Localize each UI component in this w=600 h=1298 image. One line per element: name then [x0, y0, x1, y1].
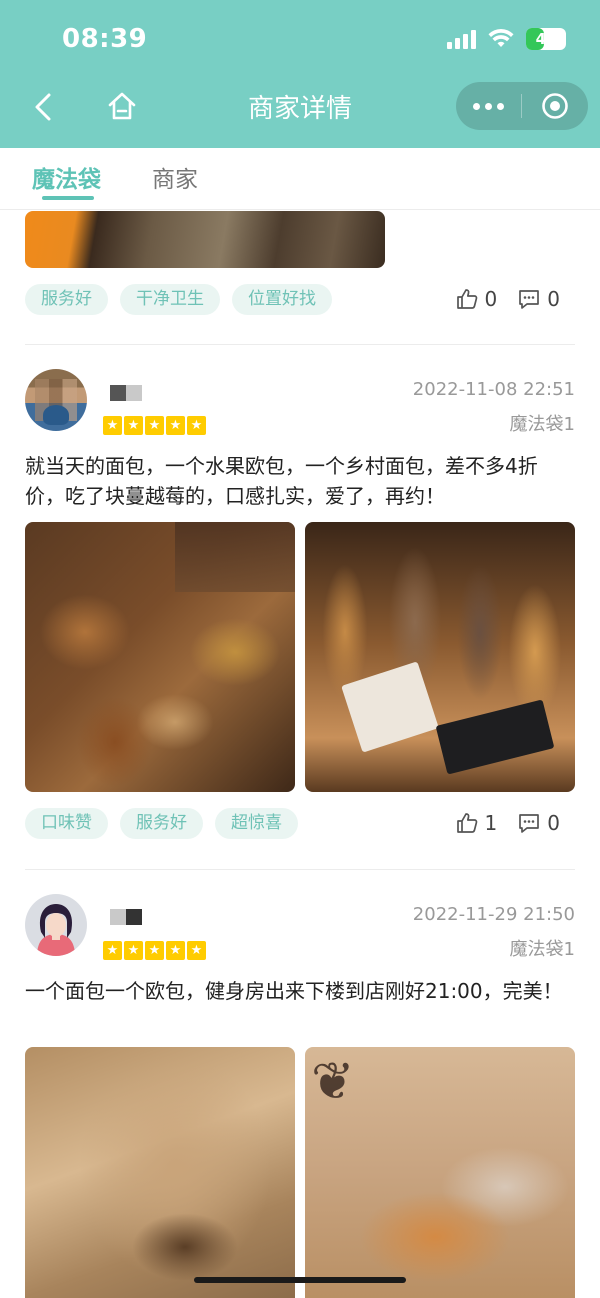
review-photo[interactable]: ❦ — [305, 1047, 575, 1298]
star-icon: ★ — [187, 416, 206, 435]
review-date: 2022-11-29 21:50 — [412, 904, 575, 925]
comment-button[interactable]: 0 — [517, 287, 560, 311]
star-icon: ★ — [145, 941, 164, 960]
review-actions: 0 0 — [455, 287, 560, 311]
avatar[interactable] — [25, 894, 87, 956]
comment-button[interactable]: 0 — [517, 811, 560, 835]
star-icon: ★ — [166, 941, 185, 960]
battery-level: 45 — [535, 30, 557, 48]
review-photo[interactable] — [25, 1047, 295, 1298]
review-date: 2022-11-08 22:51 — [412, 379, 575, 400]
close-mini-program-button[interactable] — [522, 92, 588, 120]
battery-icon: 45 — [526, 28, 566, 50]
wifi-icon — [488, 29, 514, 47]
tag: 口味赞 — [25, 808, 108, 839]
like-button[interactable]: 0 — [455, 287, 498, 311]
more-dot-icon — [473, 102, 480, 110]
comment-icon — [519, 814, 540, 833]
tag: 服务好 — [120, 808, 203, 839]
thumbs-up-icon — [456, 289, 477, 309]
star-icon: ★ — [187, 941, 206, 960]
review-actions: 1 0 — [455, 811, 560, 835]
username-pixelated — [110, 909, 142, 925]
status-icons: 45 — [447, 28, 566, 50]
divider — [25, 344, 575, 345]
review-photo[interactable] — [25, 522, 295, 792]
star-icon: ★ — [166, 416, 185, 435]
like-count: 1 — [484, 811, 498, 835]
more-button[interactable] — [456, 102, 521, 110]
star-icon: ★ — [145, 416, 164, 435]
like-button[interactable]: 1 — [455, 811, 498, 835]
review-photo[interactable] — [305, 522, 575, 792]
tab-magic-bag[interactable]: 魔法袋 — [32, 160, 101, 194]
comment-icon — [519, 290, 540, 309]
star-icon: ★ — [103, 416, 122, 435]
tag: 服务好 — [25, 284, 108, 315]
divider — [25, 869, 575, 870]
rating-stars: ★ ★ ★ ★ ★ — [103, 416, 206, 435]
bag-name: 魔法袋1 — [509, 414, 575, 435]
tag: 超惊喜 — [215, 808, 298, 839]
star-icon: ★ — [124, 941, 143, 960]
status-time: 08:39 — [62, 24, 148, 54]
review-text: 就当天的面包，一个水果欧包，一个乡村面包，差不多4折价，吃了块蔓越莓的，口感扎实… — [25, 454, 538, 508]
rating-stars: ★ ★ ★ ★ ★ — [103, 941, 206, 960]
review-tags: 服务好 干净卫生 位置好找 — [25, 284, 332, 315]
username-pixelated — [110, 385, 142, 401]
cellular-signal-icon — [447, 29, 476, 49]
bag-name: 魔法袋1 — [509, 939, 575, 960]
tab-merchant[interactable]: 商家 — [152, 160, 198, 194]
thumbs-up-icon — [456, 813, 477, 833]
review-photo[interactable] — [25, 211, 385, 268]
review-list[interactable]: 服务好 干净卫生 位置好找 0 0 ★ ★ ★ ★ ★ 2022-11-08 2… — [0, 211, 600, 1298]
mini-program-capsule — [456, 82, 588, 130]
comment-count: 0 — [547, 287, 560, 311]
star-icon: ★ — [103, 941, 122, 960]
home-indicator[interactable] — [194, 1277, 406, 1283]
avatar[interactable] — [25, 369, 87, 431]
target-icon — [542, 93, 568, 119]
app-header: 08:39 45 商家详情 — [0, 0, 600, 148]
like-count: 0 — [484, 287, 498, 311]
star-icon: ★ — [124, 416, 143, 435]
tag: 位置好找 — [232, 284, 332, 315]
user-avatar-illustration — [37, 904, 75, 956]
comment-count: 0 — [547, 811, 560, 835]
active-tab-indicator — [42, 196, 94, 200]
review-tags: 口味赞 服务好 超惊喜 — [25, 808, 298, 839]
tab-bar: 魔法袋 商家 — [0, 148, 600, 210]
review-text: 一个面包一个欧包，健身房出来下楼到店刚好21:00，完美！ — [25, 979, 563, 1003]
tag: 干净卫生 — [120, 284, 220, 315]
